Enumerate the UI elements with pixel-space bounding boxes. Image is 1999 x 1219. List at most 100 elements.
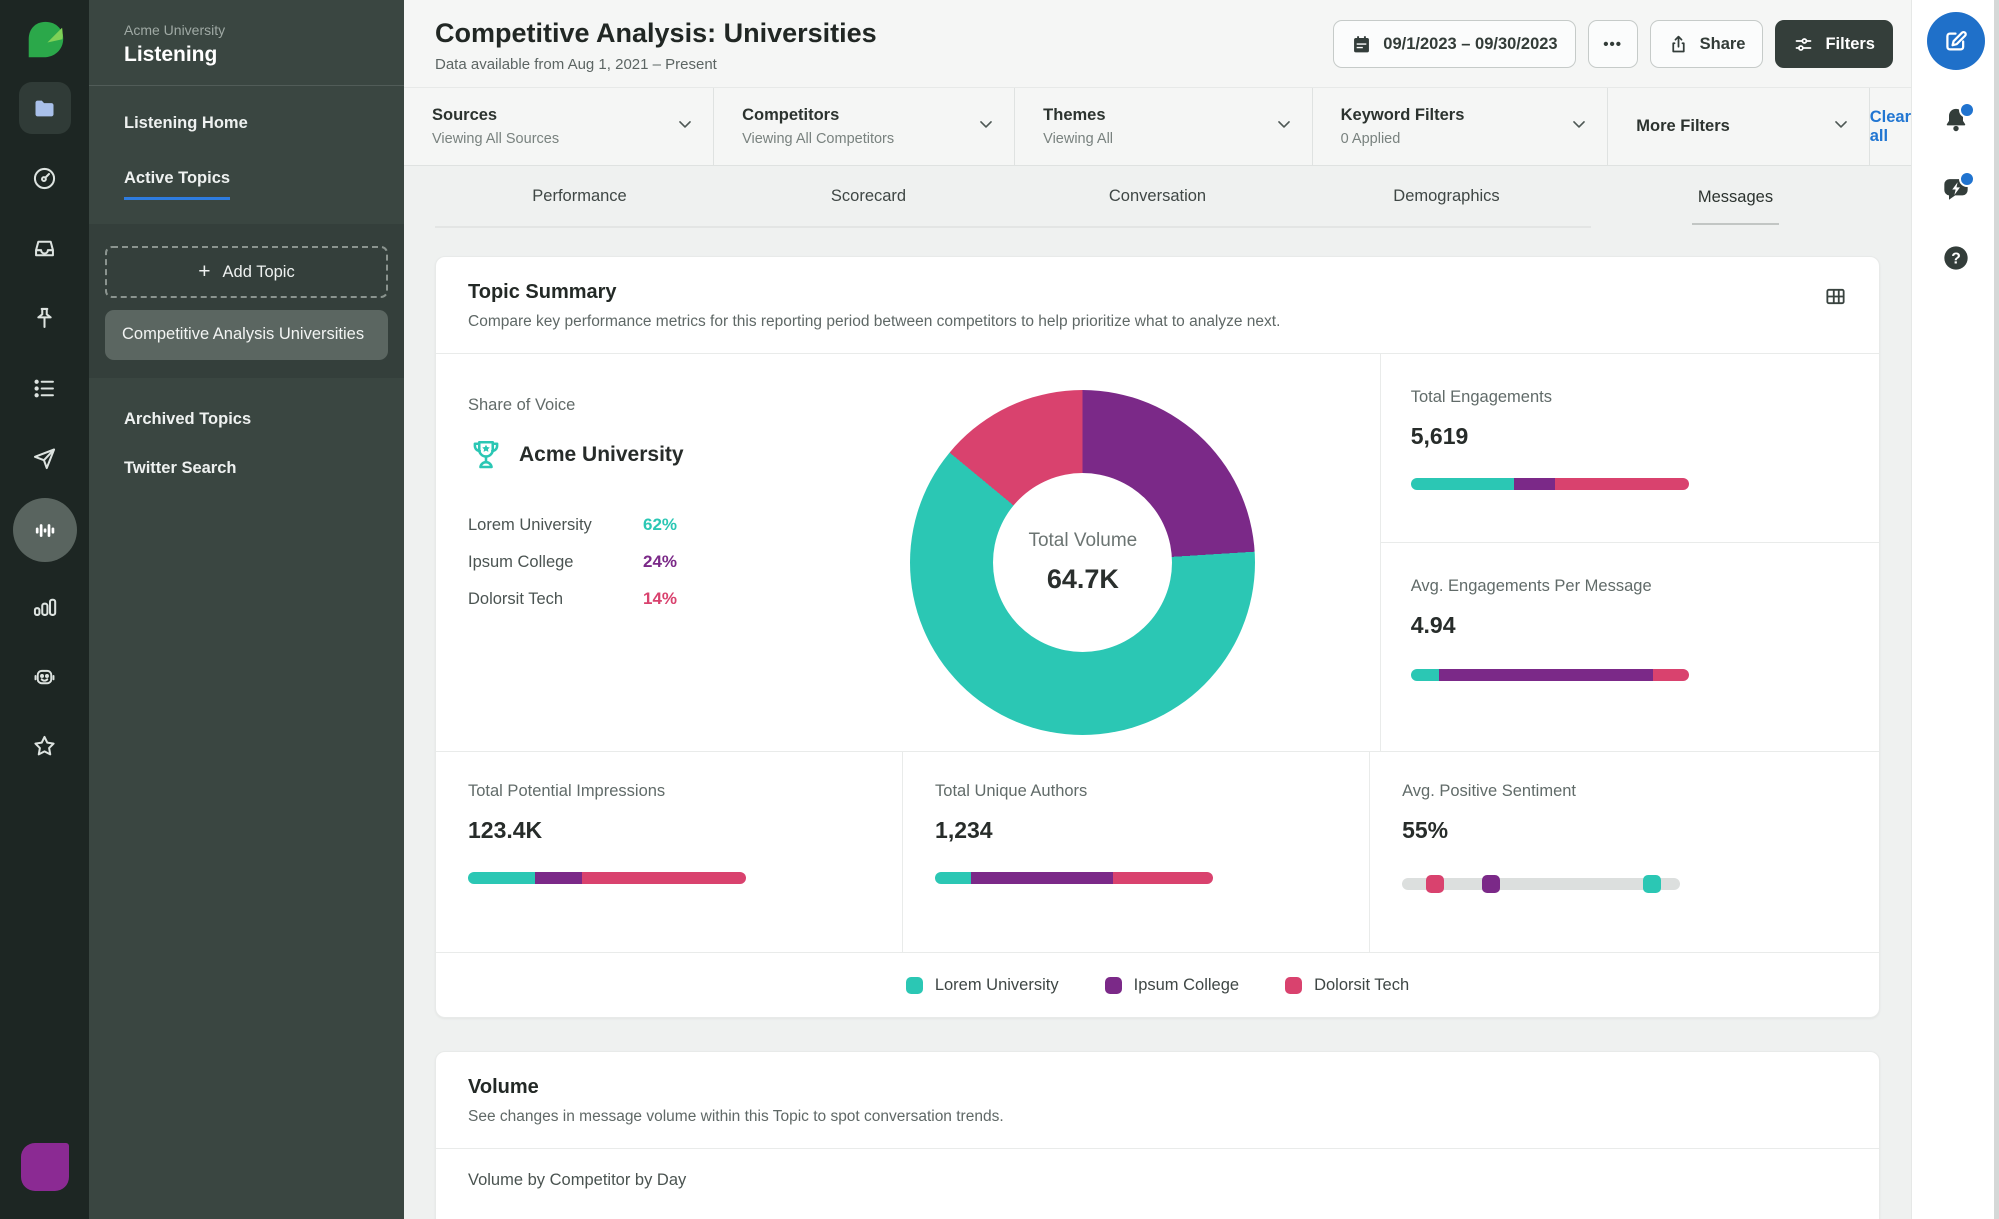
bot-icon[interactable] [19,650,71,702]
volume-card: Volume See changes in message volume wit… [435,1051,1880,1219]
metric-total-engagements: Total Engagements 5,619 [1381,354,1879,543]
tab-messages[interactable]: Messages [1591,166,1880,228]
sidebar-secondary-nav: Archived Topics Twitter Search [89,378,404,478]
whats-new-button[interactable] [1942,175,1970,208]
svg-text:?: ? [1951,250,1961,267]
topic-summary-title: Topic Summary [468,281,1280,304]
filter-sources[interactable]: SourcesViewing All Sources [404,88,714,165]
sov-row: Dolorsit Tech 14% [468,589,786,609]
sentiment-scale [1402,878,1680,890]
filter-keyword-filters[interactable]: Keyword Filters0 Applied [1313,88,1609,165]
report-content: Topic Summary Compare key performance me… [404,228,1911,1219]
compose-pencil-icon [1942,28,1969,55]
notification-badge [1959,102,1975,118]
chart-legend: Lorem University Ipsum College Dolorsit … [436,952,1879,1017]
plus-icon: + [198,260,210,284]
topic-summary-header: Topic Summary Compare key performance me… [436,257,1879,354]
share-of-voice-donut-chart[interactable]: Total Volume 64.7K [910,390,1255,735]
sprout-logo [22,18,68,64]
listening-waveform-icon[interactable] [13,498,77,562]
legend-swatch [906,977,923,994]
topic-item-competitive-analysis[interactable]: Competitive Analysis Universities [105,310,388,360]
volume-chart-label: Volume by Competitor by Day [468,1171,1847,1190]
filter-themes[interactable]: ThemesViewing All [1015,88,1312,165]
ellipsis-icon: ••• [1603,36,1622,53]
sidebar-item-archived-topics[interactable]: Archived Topics [89,410,404,429]
legend-item: Dolorsit Tech [1285,976,1409,995]
question-mark-icon: ? [1942,244,1970,272]
topic-summary-subtitle: Compare key performance metrics for this… [468,313,1280,331]
stacked-bar [1411,669,1689,681]
page-header: Competitive Analysis: Universities Data … [404,0,1911,87]
stacked-bar [468,872,746,884]
paper-plane-icon[interactable] [19,432,71,484]
donut-center-value: 64.7K [1047,564,1119,595]
add-topic-button[interactable]: + Add Topic [105,246,388,298]
left-icon-rail [0,0,89,1219]
donut-center-label: Total Volume [1028,530,1137,552]
sidebar-item-listening-home[interactable]: Listening Home [89,114,404,133]
metric-avg-positive-sentiment: Avg. Positive Sentiment 55% [1370,752,1879,952]
filter-bar: SourcesViewing All Sources CompetitorsVi… [404,87,1911,166]
help-button[interactable]: ? [1942,244,1970,277]
filter-more-filters[interactable]: More Filters [1608,88,1869,165]
header-actions: 09/1/2023 – 09/30/2023 ••• Share Filters [1333,20,1893,68]
active-topics-panel: + Add Topic Competitive Analysis Univers… [89,224,404,378]
share-button[interactable]: Share [1650,20,1764,68]
page-subtitle: Data available from Aug 1, 2021 – Presen… [435,56,877,73]
sidebar-header: Acme University Listening [89,0,404,86]
dashboard-gauge-icon[interactable] [19,152,71,204]
inbox-icon[interactable] [19,222,71,274]
tab-demographics[interactable]: Demographics [1302,166,1591,226]
bar-chart-icon[interactable] [19,580,71,632]
sov-row: Lorem University 62% [468,515,786,535]
clear-all-link[interactable]: Clear all [1870,88,1911,165]
notifications-button[interactable] [1942,106,1970,139]
chevron-down-icon [675,114,695,139]
tab-performance[interactable]: Performance [435,166,724,226]
topic-summary-bottom: Total Potential Impressions 123.4K Total… [436,751,1879,952]
app-window: Acme University Listening Listening Home… [0,0,1999,1219]
report-tabs: Performance Scorecard Conversation Demog… [404,166,1911,228]
legend-swatch [1285,977,1302,994]
main-content: Competitive Analysis: Universities Data … [404,0,1911,1219]
product-name: Listening [124,43,369,67]
date-range-button[interactable]: 09/1/2023 – 09/30/2023 [1333,20,1575,68]
right-utility-rail: ? [1911,0,1999,1219]
more-options-button[interactable]: ••• [1588,20,1638,68]
table-view-icon[interactable] [1824,285,1847,313]
share-of-voice-label: Share of Voice [468,396,786,415]
user-avatar[interactable] [21,1143,69,1191]
share-of-voice-winner: Acme University [468,437,786,473]
star-icon[interactable] [19,720,71,772]
volume-header: Volume See changes in message volume wit… [436,1052,1879,1149]
volume-title: Volume [468,1076,1004,1099]
filters-sliders-icon [1793,34,1814,55]
list-icon[interactable] [19,362,71,414]
sov-row: Ipsum College 24% [468,552,786,572]
sidebar-item-twitter-search[interactable]: Twitter Search [89,459,404,478]
org-name: Acme University [124,22,369,38]
folder-icon[interactable] [19,82,71,134]
chevron-down-icon [1569,114,1589,139]
metric-total-potential-impressions: Total Potential Impressions 123.4K [436,752,903,952]
scrollbar[interactable] [1994,0,1999,1219]
filter-competitors[interactable]: CompetitorsViewing All Competitors [714,88,1015,165]
winner-name: Acme University [519,443,684,467]
share-label: Share [1700,35,1746,54]
filters-button[interactable]: Filters [1775,20,1893,68]
topic-summary-card: Topic Summary Compare key performance me… [435,256,1880,1018]
stacked-bar [935,872,1213,884]
share-of-voice-list: Lorem University 62% Ipsum College 24% D… [468,515,786,609]
chevron-down-icon [1274,114,1294,139]
share-of-voice-block: Share of Voice Acme University [468,384,786,751]
tab-scorecard[interactable]: Scorecard [724,166,1013,226]
legend-swatch [1105,977,1122,994]
pin-icon[interactable] [19,292,71,344]
sidebar-item-active-topics[interactable]: Active Topics [89,169,404,200]
share-icon [1668,34,1689,55]
tab-conversation[interactable]: Conversation [1013,166,1302,226]
compose-button[interactable] [1927,12,1985,70]
chevron-down-icon [1831,114,1851,139]
chevron-down-icon [976,114,996,139]
